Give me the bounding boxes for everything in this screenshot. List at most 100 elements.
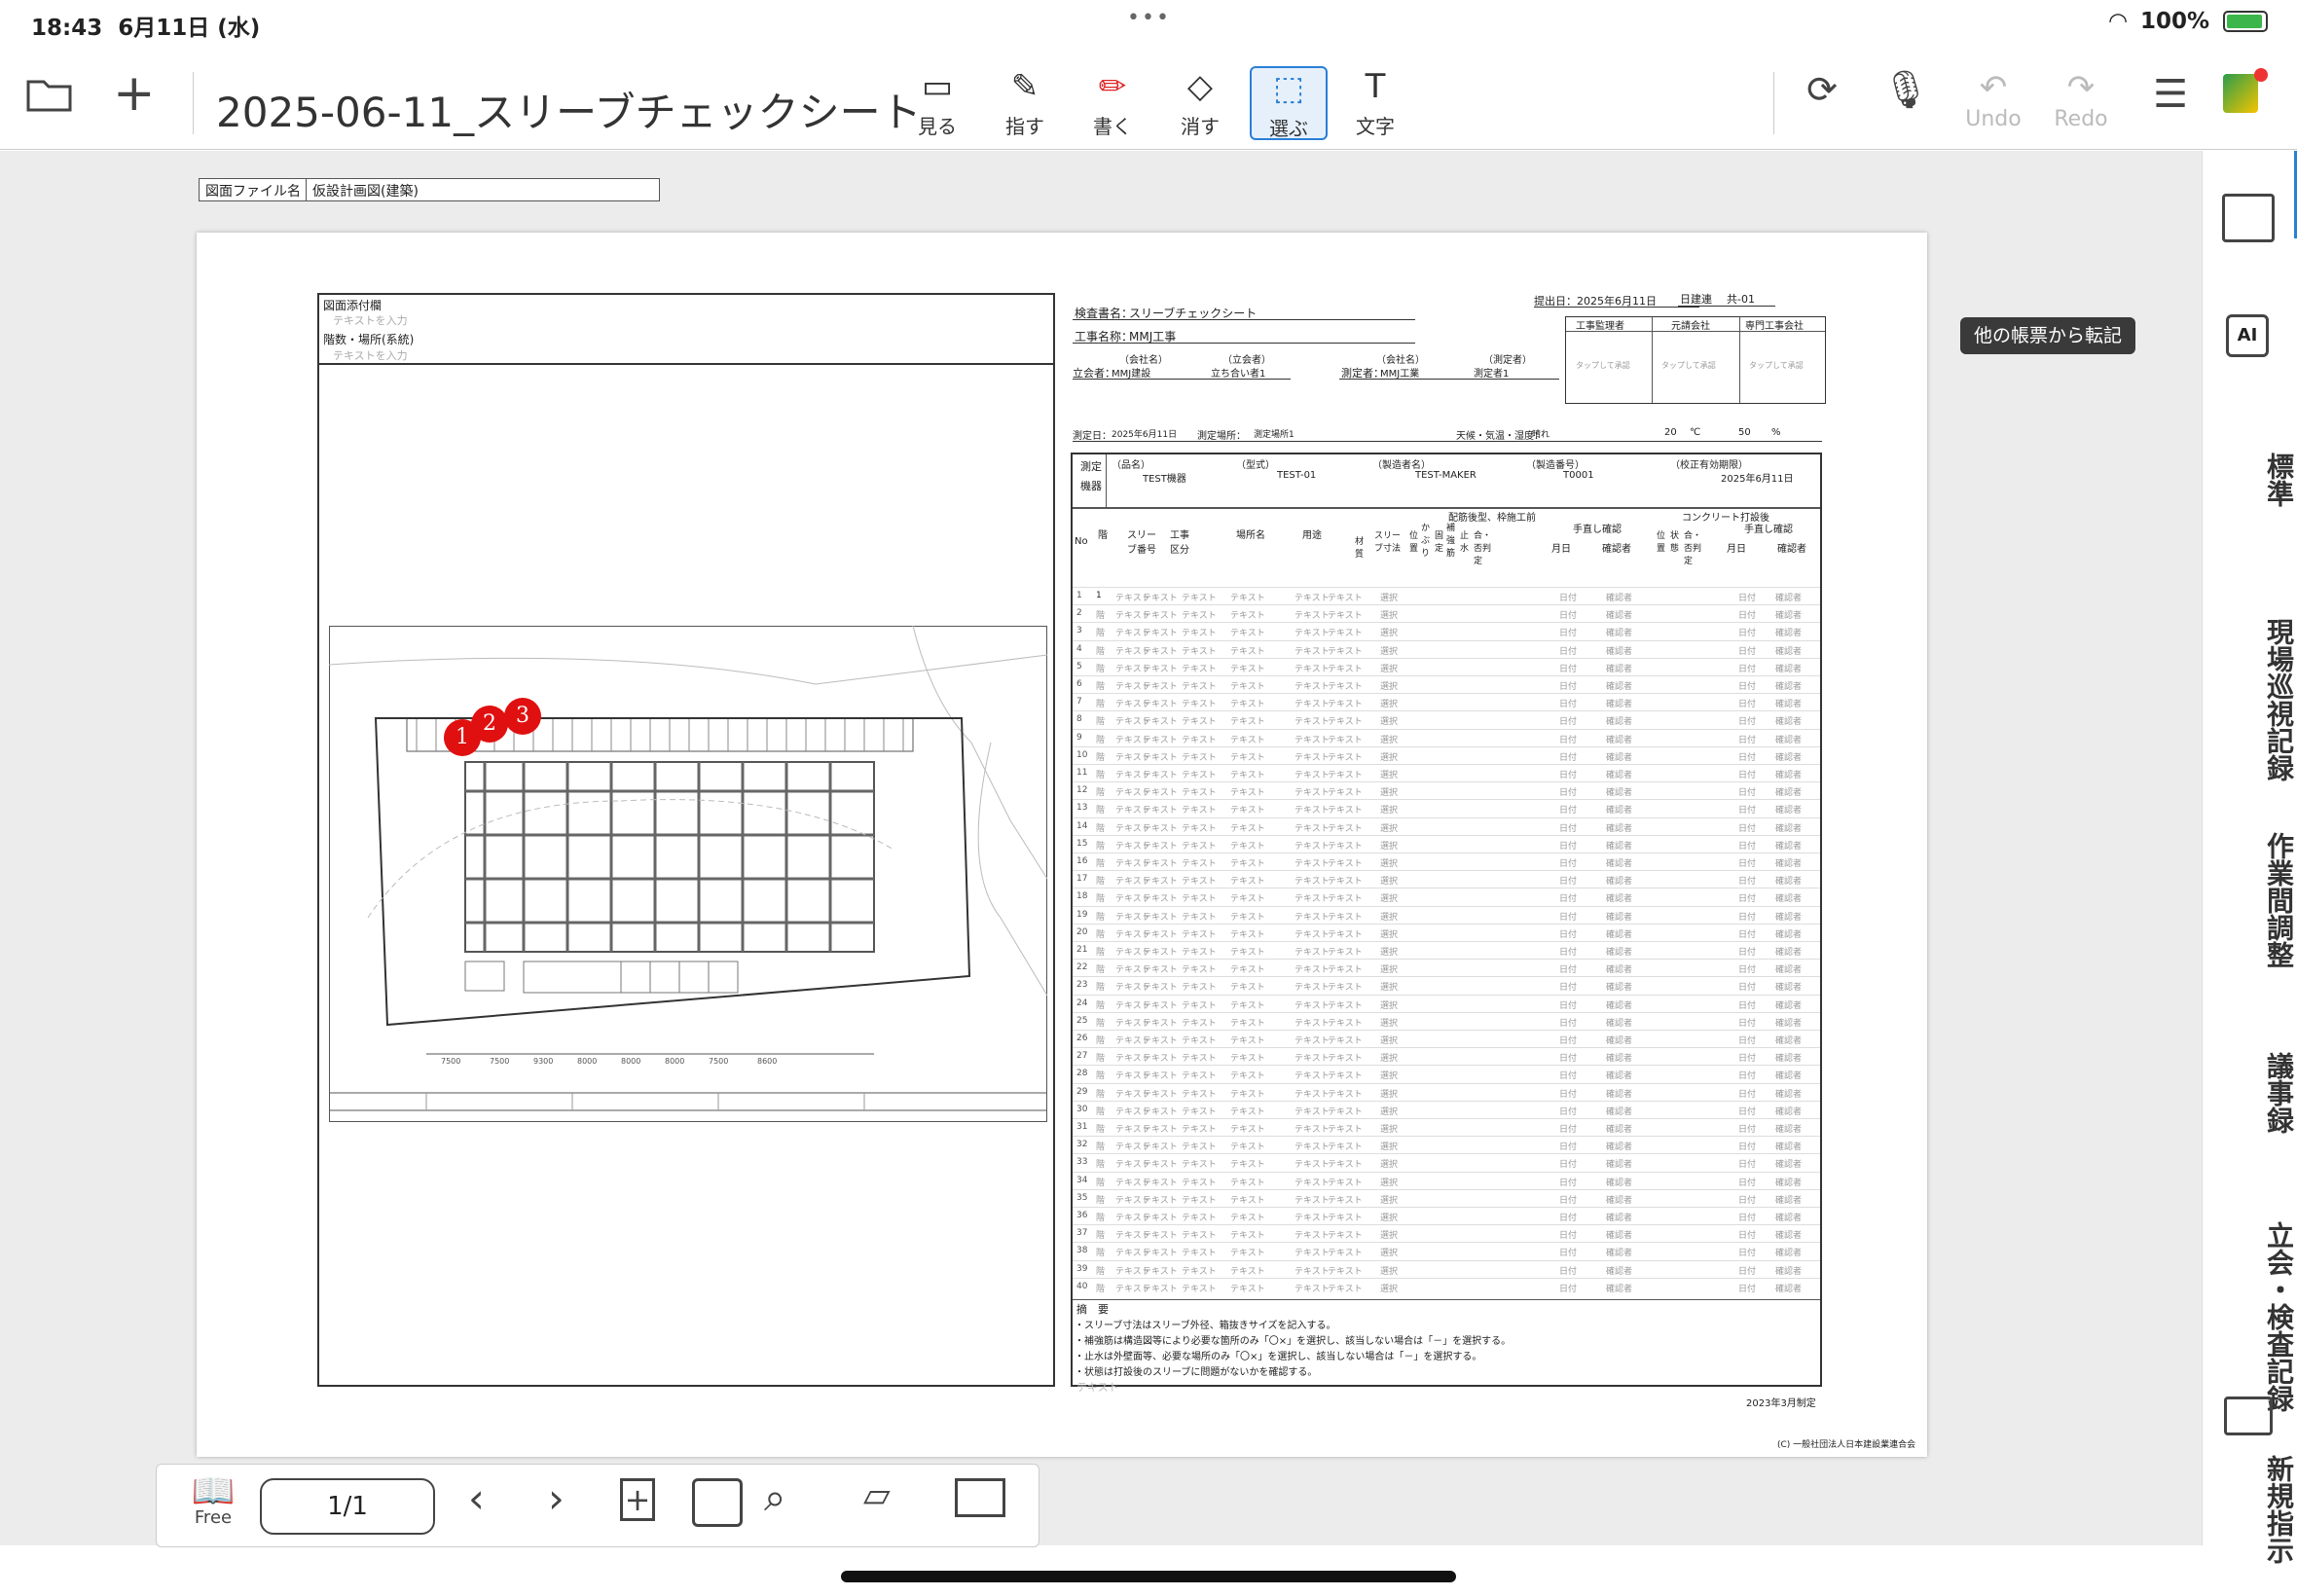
table-row[interactable]: 23 階テキスト テキスト テキスト テキスト テキスト テキスト 選択 日付 確認者 日付 確認者 — [1073, 976, 1820, 994]
mic-icon[interactable]: 🎙 — [1875, 68, 1937, 112]
table-row[interactable]: 33 階テキスト テキスト テキスト テキスト テキスト テキスト 選択 日付 確認者 日付 確認者 — [1073, 1153, 1820, 1171]
device-maker[interactable]: TEST-MAKER — [1415, 470, 1477, 481]
tool-erase[interactable]: ◇ 消す — [1168, 66, 1232, 140]
tool-select[interactable]: ⬚ 選ぶ — [1250, 66, 1328, 140]
table-row[interactable]: 22 階テキスト テキスト テキスト テキスト テキスト テキスト 選択 日付 確認者 日付 確認者 — [1073, 959, 1820, 976]
table-row[interactable]: 40 階テキスト テキスト テキスト テキスト テキスト テキスト 選択 日付 確認者 日付 確認者 — [1073, 1277, 1820, 1295]
humidity-value[interactable]: 50 — [1738, 427, 1751, 438]
document-canvas[interactable]: 図面ファイル名 仮設計画図(建築) 図面添付欄 テキストを入力 階数・場所(系統… — [0, 151, 2202, 1545]
table-row[interactable]: 4 階テキスト テキスト テキスト テキスト テキスト テキスト 選択 日付 確認者 日付 確認者 — [1073, 639, 1820, 658]
table-row[interactable]: 10 階テキスト テキスト テキスト テキスト テキスト テキスト 選択 日付 確認者 日付 確認者 — [1073, 745, 1820, 764]
sleeve-marker-3[interactable]: 3 — [504, 698, 541, 735]
table-row[interactable]: 37 階テキスト テキスト テキスト テキスト テキスト テキスト 選択 日付 確認者 日付 確認者 — [1073, 1224, 1820, 1242]
summary-input[interactable]: テキスト — [1076, 1379, 1119, 1395]
witness-name[interactable]: 立ち合い者1 — [1211, 365, 1265, 380]
table-row[interactable]: 6 階テキスト テキスト テキスト テキスト テキスト テキスト 選択 日付 確認者 日付 確認者 — [1073, 675, 1820, 693]
drawing-attachment-area[interactable]: 図面添付欄 テキストを入力 階数・場所(系統) テキストを入力 7500 750… — [317, 293, 1055, 1387]
table-row[interactable]: 39 階テキスト テキスト テキスト テキスト テキスト テキスト 選択 日付 確認者 日付 確認者 — [1073, 1259, 1820, 1278]
undo-button[interactable]: ↶ Undo — [1962, 68, 2024, 131]
ai-icon[interactable]: AI — [2226, 314, 2269, 357]
approval-tap-3[interactable]: タップして承認 — [1749, 360, 1804, 371]
add-icon[interactable]: + — [113, 68, 156, 119]
device-expiry[interactable]: 2025年6月11日 — [1721, 470, 1794, 485]
table-row[interactable]: 18 階テキスト テキスト テキスト テキスト テキスト テキスト 選択 日付 確認者 日付 確認者 — [1073, 888, 1820, 905]
sidebar-item-patrol[interactable]: 現場巡視記録 — [2203, 618, 2297, 781]
document-title[interactable]: 2025-06-11_スリーブチェックシート — [216, 80, 922, 139]
menu-icon[interactable]: ☰ — [2139, 72, 2202, 117]
sleeve-marker-2[interactable]: 2 — [471, 706, 508, 743]
table-row[interactable]: 3 階テキスト テキスト テキスト テキスト テキスト テキスト 選択 日付 確認者 日付 確認者 — [1073, 622, 1820, 639]
tool-view[interactable]: ▭ 見る — [905, 66, 969, 140]
table-row[interactable]: 21 階テキスト テキスト テキスト テキスト テキスト テキスト 選択 日付 確認者 日付 確認者 — [1073, 941, 1820, 959]
approval-tap-1[interactable]: タップして承認 — [1576, 360, 1630, 371]
table-row[interactable]: 32 階テキスト テキスト テキスト テキスト テキスト テキスト 選択 日付 確認者 日付 確認者 — [1073, 1136, 1820, 1153]
page-indicator[interactable]: 1/1 — [260, 1478, 435, 1535]
table-row[interactable]: 13 階テキスト テキスト テキスト テキスト テキスト テキスト 選択 日付 確認者 日付 確認者 — [1073, 799, 1820, 816]
sidebar-item-coordination[interactable]: 作業間調整 — [2203, 832, 2297, 968]
table-row[interactable]: 31 階テキスト テキスト テキスト テキスト テキスト テキスト 選択 日付 確認者 日付 確認者 — [1073, 1118, 1820, 1136]
measure-date[interactable]: 2025年6月11日 — [1112, 427, 1177, 440]
table-row[interactable]: 38 階テキスト テキスト テキスト テキスト テキスト テキスト 選択 日付 確認者 日付 確認者 — [1073, 1242, 1820, 1259]
search-tag-icon[interactable]: ⌕ — [764, 1478, 785, 1517]
device-name[interactable]: TEST機器 — [1143, 470, 1186, 485]
free-book-button[interactable]: 📖 Free — [184, 1474, 242, 1527]
table-row[interactable]: 28 階テキスト テキスト テキスト テキスト テキスト テキスト 選択 日付 確認者 日付 確認者 — [1073, 1065, 1820, 1082]
table-row[interactable]: 14 階テキスト テキスト テキスト テキスト テキスト テキスト 選択 日付 確認者 日付 確認者 — [1073, 816, 1820, 835]
table-row[interactable]: 35 階テキスト テキスト テキスト テキスト テキスト テキスト 選択 日付 確認者 日付 確認者 — [1073, 1188, 1820, 1207]
table-row[interactable]: 8 階テキスト テキスト テキスト テキスト テキスト テキスト 選択 日付 確認者 日付 確認者 — [1073, 710, 1820, 728]
table-row[interactable]: 11 階テキスト テキスト テキスト テキスト テキスト テキスト 選択 日付 確認者 日付 確認者 — [1073, 764, 1820, 781]
table-row[interactable]: 12 階テキスト テキスト テキスト テキスト テキスト テキスト 選択 日付 確認者 日付 確認者 — [1073, 781, 1820, 799]
sidebar-item-new-instruction[interactable]: 新規指示 — [2203, 1455, 2297, 1564]
check-sheet[interactable]: 図面添付欄 テキストを入力 階数・場所(系統) テキストを入力 7500 750… — [197, 233, 1927, 1457]
zoom-rect-icon[interactable] — [955, 1478, 1005, 1517]
table-row[interactable]: 2 階テキスト テキスト テキスト テキスト テキスト テキスト 選択 日付 確認者 日付 確認者 — [1073, 604, 1820, 622]
template-gear-icon[interactable] — [2222, 194, 2275, 242]
table-row[interactable]: 25 階テキスト テキスト テキスト テキスト テキスト テキスト 選択 日付 確認者 日付 確認者 — [1073, 1011, 1820, 1030]
table-row[interactable]: 20 階テキスト テキスト テキスト テキスト テキスト テキスト 選択 日付 確認者 日付 確認者 — [1073, 923, 1820, 941]
approval-tap-2[interactable]: タップして承認 — [1661, 360, 1716, 371]
table-row[interactable]: 15 階テキスト テキスト テキスト テキスト テキスト テキスト 選択 日付 確認者 日付 確認者 — [1073, 834, 1820, 852]
attach-placeholder[interactable]: テキストを入力 — [333, 312, 408, 328]
device-serial[interactable]: T0001 — [1563, 470, 1594, 481]
table-row[interactable]: 1 1 テキスト テキスト テキスト テキスト テキスト テキスト 選択 日付 確認者 日付 確認者 — [1073, 587, 1820, 604]
home-indicator[interactable] — [841, 1571, 1456, 1582]
redo-button[interactable]: ↷ Redo — [2050, 68, 2112, 131]
floor-plan-drawing[interactable]: 7500 7500 9300 8000 8000 8000 7500 8600 — [329, 626, 1047, 1122]
table-row[interactable]: 24 階テキスト テキスト テキスト テキスト テキスト テキスト 選択 日付 確認者 日付 確認者 — [1073, 994, 1820, 1012]
tool-point[interactable]: ✎ 指す — [993, 66, 1057, 140]
multitask-dots[interactable]: ••• — [1127, 6, 1171, 30]
temp-value[interactable]: 20 — [1664, 427, 1677, 438]
table-row[interactable]: 27 階テキスト テキスト テキスト テキスト テキスト テキスト 選択 日付 確認者 日付 確認者 — [1073, 1047, 1820, 1065]
next-page-icon[interactable]: › — [548, 1478, 565, 1519]
measurer-name[interactable]: 測定者1 — [1474, 365, 1509, 380]
table-row[interactable]: 9 階テキスト テキスト テキスト テキスト テキスト テキスト 選択 日付 確認者 日付 確認者 — [1073, 728, 1820, 746]
prev-page-icon[interactable]: ‹ — [468, 1478, 485, 1519]
weather-value[interactable]: 晴れ — [1532, 427, 1550, 440]
measure-place[interactable]: 測定場所1 — [1254, 427, 1294, 440]
folder-icon[interactable] — [25, 74, 74, 120]
table-row[interactable]: 7 階テキスト テキスト テキスト テキスト テキスト テキスト 選択 日付 確認者 日付 確認者 — [1073, 693, 1820, 710]
sync-icon[interactable]: ⟳ — [1791, 68, 1853, 111]
add-page-icon[interactable]: + — [620, 1478, 655, 1521]
settings-gear-icon[interactable] — [2224, 1396, 2273, 1435]
table-row[interactable]: 5 階テキスト テキスト テキスト テキスト テキスト テキスト 選択 日付 確認者 日付 確認者 — [1073, 657, 1820, 675]
table-row[interactable]: 19 階テキスト テキスト テキスト テキスト テキスト テキスト 選択 日付 確認者 日付 確認者 — [1073, 905, 1820, 924]
tool-write[interactable]: ✏ 書く — [1080, 66, 1145, 140]
measurer-company[interactable]: MMJ工業 — [1380, 365, 1419, 380]
calendar-icon[interactable] — [692, 1478, 743, 1527]
table-row[interactable]: 17 階テキスト テキスト テキスト テキスト テキスト テキスト 選択 日付 確認者 日付 確認者 — [1073, 870, 1820, 888]
table-row[interactable]: 30 階テキスト テキスト テキスト テキスト テキスト テキスト 選択 日付 確認者 日付 確認者 — [1073, 1100, 1820, 1118]
app-logo-icon[interactable] — [2223, 68, 2285, 113]
table-row[interactable]: 29 階テキスト テキスト テキスト テキスト テキスト テキスト 選択 日付 確認者 日付 確認者 — [1073, 1082, 1820, 1101]
witness-company[interactable]: MMJ建設 — [1112, 365, 1150, 380]
table-row[interactable]: 34 階テキスト テキスト テキスト テキスト テキスト テキスト 選択 日付 確認者 日付 確認者 — [1073, 1171, 1820, 1189]
device-model[interactable]: TEST-01 — [1277, 470, 1316, 481]
table-row[interactable]: 26 階テキスト テキスト テキスト テキスト テキスト テキスト 選択 日付 確認者 日付 確認者 — [1073, 1030, 1820, 1047]
tool-text[interactable]: T 文字 — [1343, 66, 1407, 140]
sidebar-item-inspection[interactable]: 立会・検査記録 — [2203, 1221, 2297, 1412]
table-row[interactable]: 36 階テキスト テキスト テキスト テキスト テキスト テキスト 選択 日付 確認者 日付 確認者 — [1073, 1207, 1820, 1224]
table-row[interactable]: 16 階テキスト テキスト テキスト テキスト テキスト テキスト 選択 日付 確認者 日付 確認者 — [1073, 852, 1820, 870]
sidebar-item-standard[interactable]: 標準 — [2203, 453, 2297, 507]
shape-icon[interactable]: ▱ — [863, 1478, 891, 1513]
floor-placeholder[interactable]: テキストを入力 — [333, 347, 408, 363]
